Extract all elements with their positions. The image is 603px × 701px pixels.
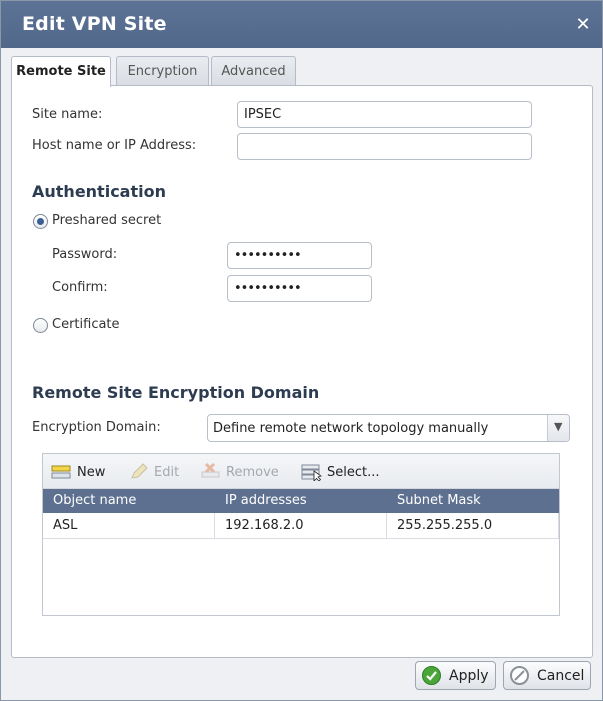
edit-button-label: Edit bbox=[154, 464, 180, 480]
close-icon[interactable]: ✕ bbox=[574, 16, 592, 34]
edit-button[interactable]: Edit bbox=[128, 462, 179, 482]
table-row[interactable]: ASL 192.168.2.0 255.255.255.0 bbox=[43, 513, 559, 539]
remove-button-label: Remove bbox=[226, 464, 279, 480]
tab-remote-site[interactable]: Remote Site bbox=[11, 56, 111, 87]
host-input[interactable] bbox=[237, 133, 532, 160]
encryption-domain-grid: New Edit Remove Select... Object name IP… bbox=[42, 453, 560, 616]
ip-address-cell: 192.168.2.0 bbox=[215, 513, 387, 538]
select-button[interactable]: Select... bbox=[301, 462, 380, 482]
encryption-domain-label: Encryption Domain: bbox=[32, 420, 161, 435]
remove-button[interactable]: Remove bbox=[200, 462, 279, 482]
apply-button[interactable]: Apply bbox=[415, 661, 496, 690]
grid-header: Object name IP addresses Subnet Mask bbox=[43, 489, 559, 513]
apply-button-label: Apply bbox=[449, 667, 489, 684]
confirm-label: Confirm: bbox=[52, 280, 108, 295]
select-objects-icon bbox=[301, 463, 323, 482]
certificate-radio[interactable] bbox=[33, 318, 48, 333]
dialog-titlebar: Edit VPN Site ✕ bbox=[1, 1, 602, 48]
tab-encryption[interactable]: Encryption bbox=[116, 56, 209, 86]
password-label: Password: bbox=[52, 247, 118, 262]
certificate-label: Certificate bbox=[52, 317, 120, 332]
password-field[interactable] bbox=[227, 242, 372, 269]
dropdown-button[interactable]: ▼ bbox=[547, 415, 569, 441]
host-label: Host name or IP Address: bbox=[32, 138, 197, 153]
encryption-domain-heading: Remote Site Encryption Domain bbox=[32, 383, 320, 402]
encryption-domain-select[interactable]: Define remote network topology manually … bbox=[207, 414, 570, 442]
preshared-secret-radio[interactable] bbox=[33, 214, 48, 229]
preshared-secret-label: Preshared secret bbox=[52, 213, 162, 228]
column-header-object-name[interactable]: Object name bbox=[43, 489, 215, 513]
dialog-title: Edit VPN Site bbox=[22, 13, 167, 35]
cancel-button[interactable]: Cancel bbox=[503, 661, 591, 690]
tab-advanced[interactable]: Advanced bbox=[211, 56, 296, 86]
chevron-down-icon: ▼ bbox=[554, 420, 563, 433]
object-name-cell: ASL bbox=[43, 513, 215, 538]
confirm-field[interactable] bbox=[227, 275, 372, 302]
encryption-domain-value: Define remote network topology manually bbox=[213, 421, 489, 436]
column-header-subnet-mask[interactable]: Subnet Mask bbox=[387, 489, 559, 513]
remote-site-panel: Site name: Host name or IP Address: Auth… bbox=[11, 85, 593, 658]
site-name-label: Site name: bbox=[32, 107, 103, 122]
checkmark-icon bbox=[422, 666, 441, 685]
cancel-icon bbox=[510, 666, 529, 685]
site-name-input[interactable] bbox=[237, 101, 532, 128]
select-button-label: Select... bbox=[327, 464, 380, 480]
new-object-icon bbox=[51, 463, 73, 481]
cancel-button-label: Cancel bbox=[537, 667, 585, 684]
column-header-ip-addresses[interactable]: IP addresses bbox=[215, 489, 387, 513]
subnet-mask-cell: 255.255.255.0 bbox=[387, 513, 559, 538]
authentication-heading: Authentication bbox=[32, 182, 166, 201]
new-button-label: New bbox=[77, 464, 106, 480]
remove-icon bbox=[200, 462, 222, 481]
edit-pencil-icon bbox=[128, 463, 150, 481]
new-button[interactable]: New bbox=[51, 462, 105, 482]
edit-vpn-site-dialog: Edit VPN Site ✕ Remote Site Encryption A… bbox=[0, 0, 603, 701]
grid-toolbar: New Edit Remove Select... bbox=[43, 454, 559, 489]
